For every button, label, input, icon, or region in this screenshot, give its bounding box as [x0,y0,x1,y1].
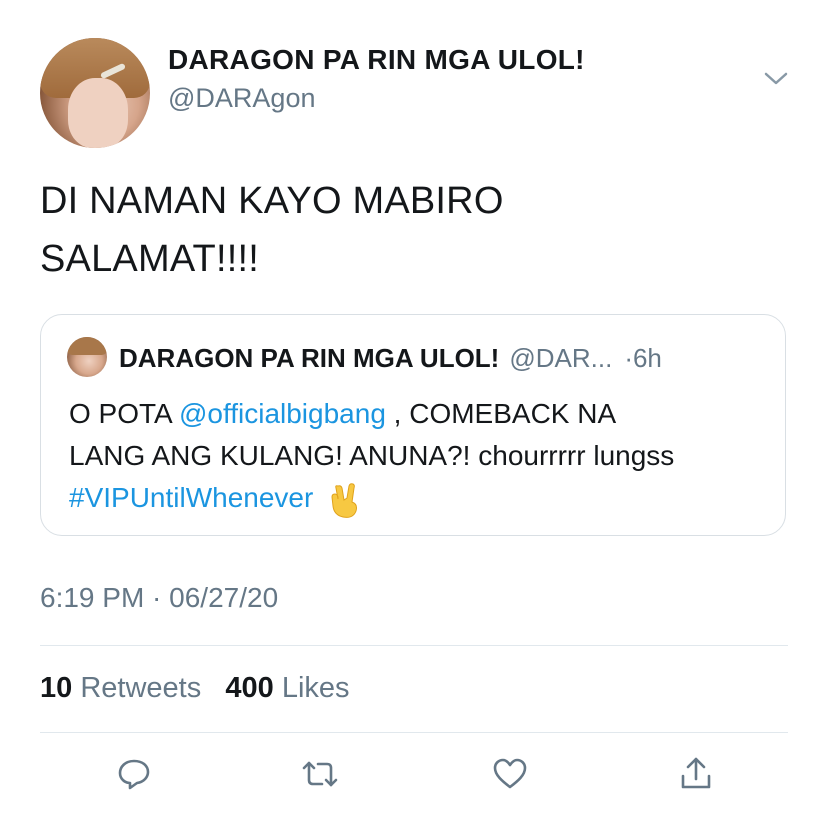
author-handle[interactable]: @DARAgon [168,83,315,114]
quoted-author-avatar [67,337,107,377]
divider [40,645,788,646]
author-avatar[interactable] [40,38,150,148]
quoted-text-segment: O POTA [69,398,179,429]
share-button[interactable] [676,754,716,794]
retweets-label[interactable]: Retweets [80,672,201,704]
hashtag-link[interactable]: #VIPUntilWhenever [69,482,313,513]
quoted-text-segment: , COMEBACK NA [385,398,617,429]
likes-label[interactable]: Likes [282,672,350,704]
quoted-author-display-name: DARAGON PA RIN MGA ULOL! [119,343,500,373]
quoted-tweet-card[interactable]: DARAGON PA RIN MGA ULOL! @DAR... ·6h O P… [40,314,786,536]
retweet-icon [302,761,338,787]
tweet-text-line: SALAMAT!!!! [40,238,259,280]
quoted-tweet-header: DARAGON PA RIN MGA ULOL! @DAR... ·6h [119,343,662,374]
sign-of-the-horns-emoji-icon [331,482,358,518]
tweet-text-line: DI NAMAN KAYO MABIRO [40,180,504,222]
retweets-count[interactable]: 10 [40,672,72,704]
likes-count[interactable]: 400 [225,672,273,704]
quoted-tweet-time: ·6h [624,343,662,373]
tweet-stats: 10 Retweets 400 Likes [40,672,350,705]
retweet-button[interactable] [300,754,340,794]
quoted-tweet-text: O POTA @officialbigbang , COMEBACK NA LA… [69,393,769,519]
share-icon [681,757,711,789]
reply-button[interactable] [114,754,154,794]
quoted-author-handle: @DAR... [509,343,613,373]
quoted-text-line: LANG ANG KULANG! ANUNA?! chourrrrr lungs… [69,440,675,471]
like-button[interactable] [490,754,530,794]
mention-link[interactable]: @officialbigbang [179,398,386,429]
author-display-name[interactable]: DARAGON PA RIN MGA ULOL! [168,44,585,76]
divider [40,732,788,733]
tweet-timestamp[interactable]: 6:19 PM · 06/27/20 [40,582,278,614]
reply-icon [118,759,150,790]
chevron-down-icon[interactable] [760,66,792,90]
tweet-text: DI NAMAN KAYO MABIRO SALAMAT!!!! [40,172,780,288]
heart-icon [493,758,527,789]
